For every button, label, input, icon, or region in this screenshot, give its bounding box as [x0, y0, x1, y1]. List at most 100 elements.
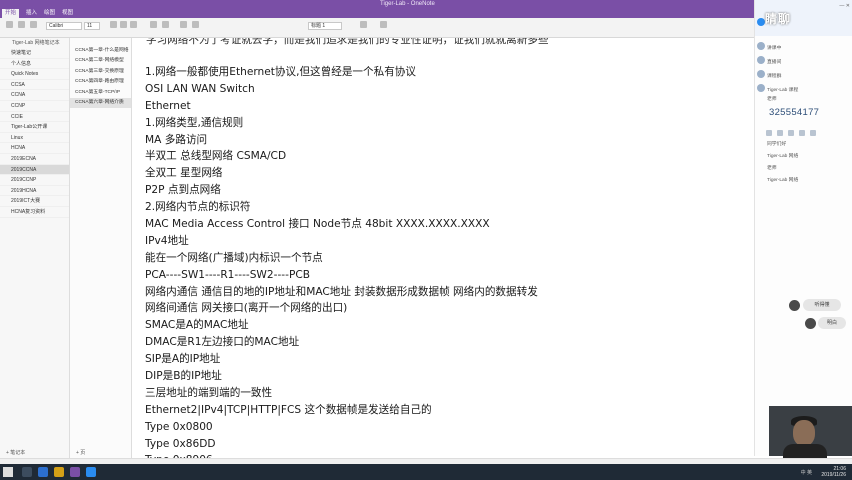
- underline-icon[interactable]: [130, 21, 137, 28]
- bold-icon[interactable]: [110, 21, 117, 28]
- webcam-video: [769, 406, 852, 458]
- onenote-icon[interactable]: [70, 467, 80, 477]
- image-icon[interactable]: [788, 130, 794, 136]
- chat-row[interactable]: 课程群: [767, 72, 781, 79]
- note-line[interactable]: MA 多路访问: [145, 132, 538, 149]
- note-line[interactable]: 能在一个网络(广播域)内标识一个节点: [145, 250, 538, 267]
- note-line[interactable]: SIP是A的IP地址: [145, 351, 538, 368]
- note-line[interactable]: OSI LAN WAN Switch: [145, 81, 538, 98]
- history-icon[interactable]: [810, 130, 816, 136]
- file-icon[interactable]: [777, 130, 783, 136]
- italic-icon[interactable]: [120, 21, 127, 28]
- note-line[interactable]: 全双工 星型网络: [145, 165, 538, 182]
- notebook-item[interactable]: 2019ICT大赛: [0, 196, 69, 207]
- page-item[interactable]: CCNA第五章-TCP/IP: [70, 88, 131, 98]
- notebook-item[interactable]: 快速笔记: [0, 48, 69, 59]
- avatar: [789, 300, 800, 311]
- notebook-item[interactable]: HCNA复习资料: [0, 207, 69, 218]
- note-body[interactable]: 1.网络一般都使用Ethernet协议,但这曾经是一个私有协议 OSI LAN W…: [145, 64, 538, 458]
- note-line[interactable]: P2P 点到点网络: [145, 182, 538, 199]
- note-line[interactable]: MAC Media Access Control 接口 Node节点 48bit…: [145, 216, 538, 233]
- notebook-item-active[interactable]: 2019CCNA: [0, 164, 69, 176]
- notebook-item[interactable]: Tiger-Lab公开课: [0, 122, 69, 133]
- page-item-active[interactable]: CCNA第六章-网络介质: [70, 97, 131, 109]
- group-number: 325554177: [769, 107, 820, 118]
- font-name-select[interactable]: Calibri: [46, 22, 82, 30]
- browser-icon[interactable]: [38, 467, 48, 477]
- note-line[interactable]: Ethernet2|IPv4|TCP|HTTP|FCS 这个数据帧是发送给自己的: [145, 402, 538, 419]
- chat-row[interactable]: 讲课中: [767, 44, 781, 51]
- outdent-icon[interactable]: [192, 21, 199, 28]
- notebook-item[interactable]: 2019HCNA: [0, 186, 69, 197]
- chat-app-icon[interactable]: [86, 467, 96, 477]
- chat-bubble: 明白: [818, 317, 846, 329]
- note-line[interactable]: IPv4地址: [145, 233, 538, 250]
- add-notebook-button[interactable]: + 笔记本: [6, 449, 25, 456]
- notebook-item[interactable]: 个人信息: [0, 59, 69, 70]
- notebook-item[interactable]: CCIE: [0, 112, 69, 123]
- note-line[interactable]: 1.网络一般都使用Ethernet协议,但这曾经是一个私有协议: [145, 64, 538, 81]
- copy-icon[interactable]: [30, 21, 37, 28]
- page-item[interactable]: CCNA第一章-什么是网络: [70, 46, 131, 56]
- note-line[interactable]: Type 0x0800: [145, 419, 538, 436]
- chat-window-controls[interactable]: — ✕: [839, 3, 850, 9]
- screenshot-icon[interactable]: [799, 130, 805, 136]
- note-line[interactable]: Ethernet: [145, 98, 538, 115]
- system-tray[interactable]: 中 英: [801, 469, 812, 476]
- style-select[interactable]: 标题 1: [308, 22, 342, 30]
- search-icon[interactable]: [22, 467, 32, 477]
- note-line[interactable]: 半双工 总线型网络 CSMA/CD: [145, 148, 538, 165]
- note-line[interactable]: 2.网络内节点的标识符: [145, 199, 538, 216]
- start-button[interactable]: [3, 467, 13, 477]
- note-line[interactable]: 网络间通信 网关接口(离开一个网络的出口): [145, 300, 538, 317]
- note-line[interactable]: DMAC是R1左边接口的MAC地址: [145, 334, 538, 351]
- page-item[interactable]: CCNA第二章-网络模型: [70, 56, 131, 66]
- window-titlebar: Tiger-Lab - OneNote — ▢ ✕: [0, 0, 852, 9]
- notebook-item[interactable]: 2019CCNP: [0, 175, 69, 186]
- note-line[interactable]: 三层地址的端到端的一致性: [145, 385, 538, 402]
- note-line[interactable]: 网络内通信 通信目的地的IP地址和MAC地址 封装数据形成数据帧 网络内的数据转…: [145, 284, 538, 301]
- notebook-sidebar: Tiger-Lab 网络笔记本 快速笔记 个人信息 Quick Notes CC…: [0, 38, 70, 458]
- taskbar: 中 英 21:06 2019/11/26: [0, 464, 852, 480]
- chat-row: 老师: [767, 97, 777, 102]
- notebook-item[interactable]: HCNA: [0, 143, 69, 154]
- indent-icon[interactable]: [180, 21, 187, 28]
- page-item[interactable]: CCNA第四章-路由原理: [70, 77, 131, 87]
- notebook-item[interactable]: CCNA: [0, 90, 69, 101]
- bullet-list-icon[interactable]: [150, 21, 157, 28]
- note-line[interactable]: DIP是B的IP地址: [145, 368, 538, 385]
- note-line[interactable]: SMAC是A的MAC地址: [145, 317, 538, 334]
- paste-icon[interactable]: [6, 21, 13, 28]
- chat-panel: 睛聊 — ✕ 讲课中 直播间 课程群 Tiger-Lab 课程 老师 32555…: [754, 0, 852, 458]
- tab-home[interactable]: 开始: [2, 9, 20, 18]
- folder-icon[interactable]: [54, 467, 64, 477]
- chat-row: 同学们好: [767, 142, 787, 147]
- todo-icon[interactable]: [380, 21, 387, 28]
- tag-icon[interactable]: [360, 21, 367, 28]
- notebook-item[interactable]: 2019ECNA: [0, 154, 69, 165]
- tab-insert[interactable]: 插入: [26, 9, 37, 18]
- note-line[interactable]: PCA----SW1----R1----SW2----PCB: [145, 267, 538, 284]
- notebook-item[interactable]: CCSA: [0, 80, 69, 91]
- window-title: Tiger-Lab - OneNote: [380, 1, 435, 7]
- notebook-header[interactable]: Tiger-Lab 网络笔记本: [0, 38, 69, 48]
- tab-view[interactable]: 视图: [62, 9, 73, 18]
- add-page-button[interactable]: + 页: [76, 449, 85, 456]
- notebook-item[interactable]: Linux: [0, 133, 69, 144]
- chat-group-name[interactable]: Tiger-Lab 课程: [767, 86, 798, 93]
- note-line[interactable]: 1.网络类型,通信规则: [145, 115, 538, 132]
- avatar: [757, 70, 765, 78]
- clock[interactable]: 21:06 2019/11/26: [821, 466, 846, 478]
- tab-draw[interactable]: 绘图: [44, 9, 55, 18]
- number-list-icon[interactable]: [162, 21, 169, 28]
- page-item[interactable]: CCNA第三章-交换原理: [70, 67, 131, 77]
- chat-row[interactable]: 直播间: [767, 58, 781, 65]
- emoji-icon[interactable]: [766, 130, 772, 136]
- font-size-select[interactable]: 11: [84, 22, 100, 30]
- note-line[interactable]: Type 0x86DD: [145, 436, 538, 453]
- notebook-item[interactable]: Quick Notes: [0, 69, 69, 80]
- note-canvas[interactable]: 学习网络不为了考证就去学，而是我们追求是我们的专业性证明，证我们就就离新多些 1…: [132, 38, 730, 458]
- webcam-person-face: [793, 420, 815, 446]
- notebook-item[interactable]: CCNP: [0, 101, 69, 112]
- cut-icon[interactable]: [18, 21, 25, 28]
